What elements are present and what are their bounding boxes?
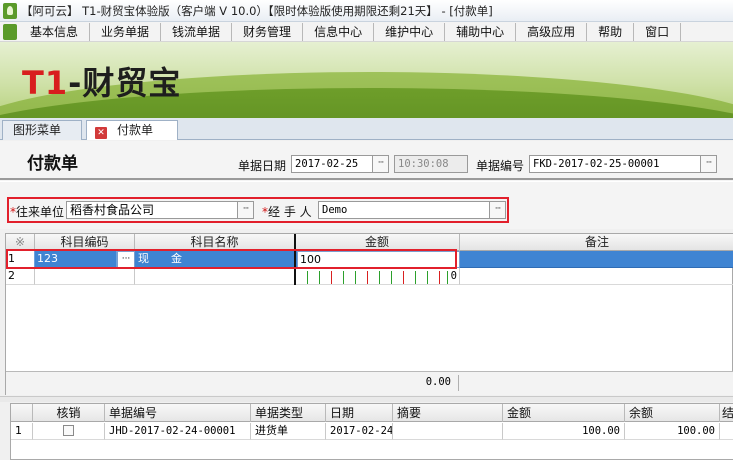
partner-select-button[interactable]: ··· bbox=[237, 201, 254, 219]
account-name-cell[interactable] bbox=[135, 268, 295, 285]
partner-field[interactable]: 稻香村食品公司 bbox=[66, 201, 238, 219]
col-settle[interactable]: 结 bbox=[720, 404, 733, 422]
date-label: 单据日期 bbox=[238, 159, 287, 173]
tab-bar: 图形菜单 ✕ 付款单 bbox=[0, 118, 733, 140]
col-amount[interactable]: 金额 bbox=[503, 404, 625, 422]
settle-cell bbox=[720, 423, 733, 440]
title-divider bbox=[0, 178, 733, 182]
row-number: 2 bbox=[6, 268, 35, 285]
col-doctype[interactable]: 单据类型 bbox=[251, 404, 326, 422]
menu-help[interactable]: 帮助 bbox=[587, 22, 635, 41]
brand-banner: T1-财贸宝 bbox=[0, 42, 733, 118]
time-field: 10:30:08 bbox=[394, 155, 468, 173]
col-note[interactable]: 备注 bbox=[460, 234, 733, 251]
date-field[interactable]: 2017-02-25 bbox=[291, 155, 373, 173]
entry-grid: ※ 科目编码 科目名称 金额 备注 1 123 ··· 现 金 100 2 0 bbox=[5, 233, 733, 395]
menu-advanced[interactable]: 高级应用 bbox=[516, 22, 588, 41]
settlement-header: 核销 单据编号 单据类型 日期 摘要 金额 余额 结 bbox=[11, 404, 733, 422]
menu-finance[interactable]: 财务管理 bbox=[232, 22, 304, 41]
menu-maintenance[interactable]: 维护中心 bbox=[374, 22, 446, 41]
docno-button[interactable]: ··· bbox=[700, 155, 717, 173]
total-row: 0.00 bbox=[6, 371, 733, 395]
col-writeoff[interactable]: 核销 bbox=[33, 404, 105, 422]
menu-auxiliary[interactable]: 辅助中心 bbox=[445, 22, 517, 41]
menu-app-icon[interactable] bbox=[3, 23, 17, 40]
amount-cell[interactable]: 0 bbox=[295, 268, 460, 285]
doctype-cell: 进货单 bbox=[251, 423, 326, 440]
docno-label: 单据编号 bbox=[476, 159, 525, 173]
title-bar: 【阿可云】 T1-财贸宝体验版（客户端 V 10.0）【限时体验版使用期限还剩2… bbox=[0, 0, 733, 22]
date-cell: 2017-02-24 bbox=[326, 423, 393, 440]
summary-cell bbox=[393, 423, 503, 440]
table-row[interactable]: 2 0 bbox=[6, 268, 733, 285]
menu-window[interactable]: 窗口 bbox=[634, 22, 682, 41]
tab-payment-voucher[interactable]: ✕ 付款单 bbox=[86, 120, 178, 140]
menu-basic-info[interactable]: 基本信息 bbox=[19, 22, 91, 41]
docno-cell: JHD-2017-02-24-00001 bbox=[105, 423, 251, 440]
note-cell[interactable] bbox=[460, 268, 733, 285]
handler-field[interactable]: Demo bbox=[318, 201, 490, 219]
table-row[interactable]: 1 JHD-2017-02-24-00001 进货单 2017-02-24 10… bbox=[11, 423, 733, 440]
app-icon bbox=[3, 2, 17, 19]
date-picker-button[interactable]: ··· bbox=[372, 155, 389, 173]
settlement-grid: 核销 单据编号 单据类型 日期 摘要 金额 余额 结 1 JHD-2017-02… bbox=[10, 403, 733, 460]
menu-cashflow-docs[interactable]: 钱流单据 bbox=[161, 22, 233, 41]
panel-splitter[interactable] bbox=[0, 396, 733, 402]
brand-logo: T1-财贸宝 bbox=[22, 64, 182, 102]
writeoff-cell bbox=[33, 423, 105, 440]
amount-digit-ticks bbox=[295, 268, 459, 284]
close-tab-icon[interactable]: ✕ bbox=[95, 127, 107, 139]
col-summary[interactable]: 摘要 bbox=[393, 404, 503, 422]
total-amount: 0.00 bbox=[425, 376, 451, 388]
col-date[interactable]: 日期 bbox=[326, 404, 393, 422]
amount-value: 0 bbox=[450, 270, 457, 282]
tab-label: 付款单 bbox=[117, 123, 154, 137]
balance-cell: 100.00 bbox=[625, 423, 720, 440]
menu-business-docs[interactable]: 业务单据 bbox=[90, 22, 162, 41]
row-number: 1 bbox=[11, 423, 33, 440]
col-balance[interactable]: 余额 bbox=[625, 404, 720, 422]
amount-cell: 100.00 bbox=[503, 423, 625, 440]
menu-bar: 基本信息 业务单据 钱流单据 财务管理 信息中心 维护中心 辅助中心 高级应用 … bbox=[0, 22, 733, 42]
col-docno[interactable]: 单据编号 bbox=[105, 404, 251, 422]
voucher-form: 付款单 单据日期 2017-02-25 ··· 10:30:08 单据编号 FK… bbox=[0, 141, 733, 229]
tab-graphic-menu[interactable]: 图形菜单 bbox=[2, 120, 82, 140]
page-title: 付款单 bbox=[27, 154, 78, 174]
window-title: 【阿可云】 T1-财贸宝体验版（客户端 V 10.0）【限时体验版使用期限还剩2… bbox=[21, 3, 493, 18]
menu-info-center[interactable]: 信息中心 bbox=[303, 22, 375, 41]
handler-label: *经 手 人 bbox=[262, 205, 312, 219]
partner-label: *往来单位 bbox=[10, 205, 65, 219]
note-cell[interactable] bbox=[460, 251, 733, 268]
docno-field[interactable]: FKD-2017-02-25-00001 bbox=[529, 155, 701, 173]
account-code-cell[interactable] bbox=[35, 268, 135, 285]
handler-select-button[interactable]: ··· bbox=[489, 201, 506, 219]
row-highlight-box bbox=[6, 249, 457, 269]
writeoff-checkbox[interactable] bbox=[63, 425, 74, 436]
